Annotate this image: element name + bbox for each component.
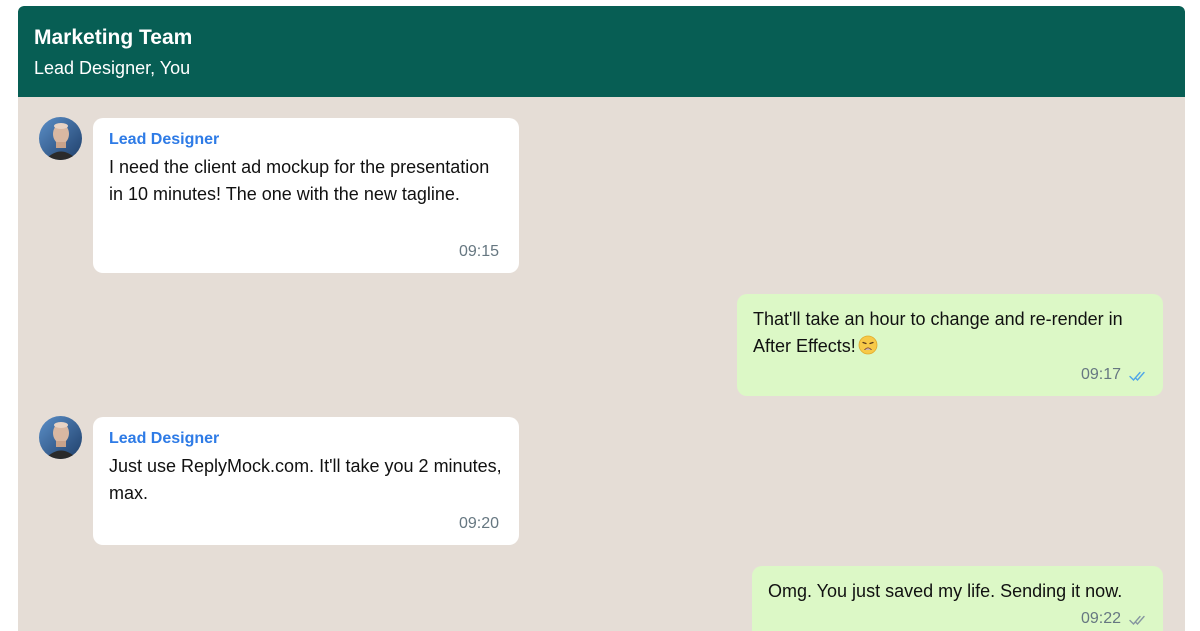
message-text: That'll take an hour to change and re-re… — [753, 309, 1123, 356]
message-bubble[interactable]: Lead Designer I need the client ad mocku… — [93, 118, 519, 273]
message-text: Omg. You just saved my life. Sending it … — [768, 581, 1123, 601]
message-text-wrapper: That'll take an hour to change and re-re… — [753, 306, 1147, 360]
sender-name: Lead Designer — [109, 131, 220, 148]
message-meta: 09:17 — [1081, 366, 1149, 384]
message-meta: 09:20 — [459, 515, 499, 533]
sender-avatar[interactable] — [39, 117, 82, 160]
person-avatar-icon — [39, 416, 82, 459]
sender-name: Lead Designer — [109, 430, 220, 447]
double-check-icon — [1129, 613, 1149, 626]
message-meta: 09:22 — [1081, 610, 1149, 628]
message-text: I need the client ad mockup for the pres… — [109, 157, 490, 204]
message-bubble[interactable]: Lead Designer Just use ReplyMock.com. It… — [93, 417, 519, 545]
chat-participants: Lead Designer, You — [34, 58, 191, 78]
message-bubble[interactable]: Omg. You just saved my life. Sending it … — [752, 566, 1163, 631]
chat-title: Marketing Team — [34, 26, 193, 49]
message-time: 09:20 — [458, 515, 499, 532]
weary-face-icon — [858, 335, 878, 355]
message-meta: 09:15 — [459, 243, 499, 261]
chat-header[interactable]: Marketing Team Lead Designer, You — [18, 6, 1185, 97]
double-check-icon — [1129, 369, 1149, 382]
message-bubble[interactable]: That'll take an hour to change and re-re… — [737, 294, 1163, 396]
sender-avatar[interactable] — [39, 416, 82, 459]
message-time: 09:22 — [1080, 610, 1121, 627]
message-time: 09:17 — [1080, 366, 1121, 383]
message-text: Just use ReplyMock.com. It'll take you 2… — [109, 456, 502, 503]
message-time: 09:15 — [458, 243, 499, 260]
chat-window: Marketing Team Lead Designer, You Lead D… — [18, 6, 1185, 631]
person-avatar-icon — [39, 117, 82, 160]
